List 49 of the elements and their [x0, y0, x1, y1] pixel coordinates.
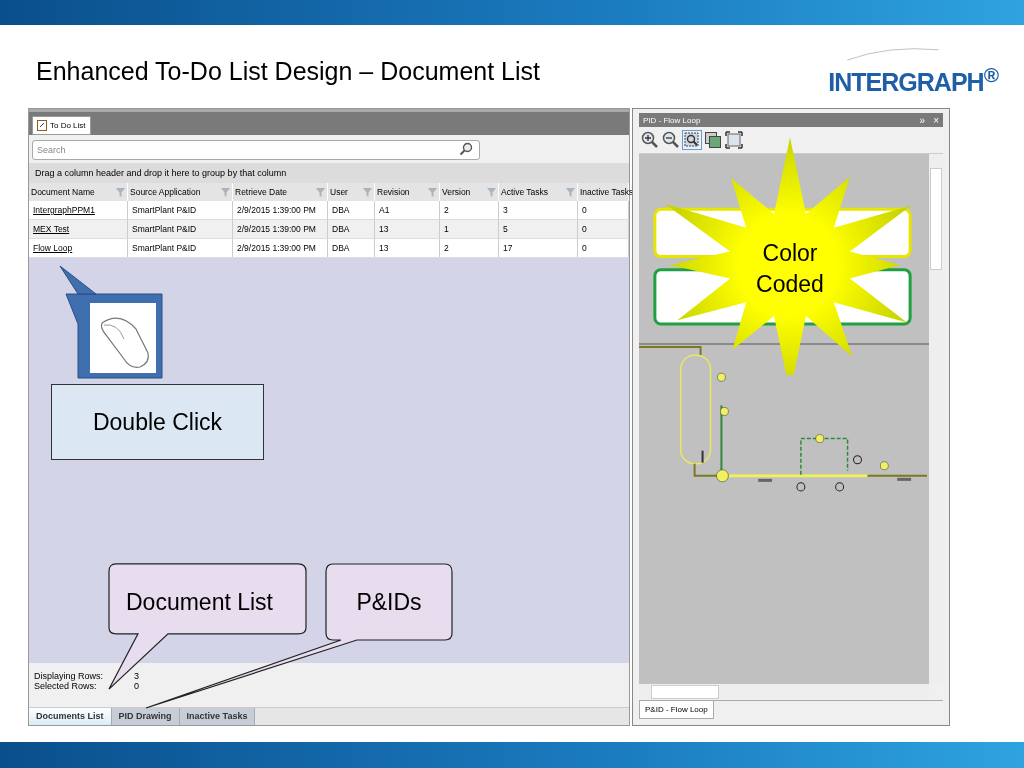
table-cell: 0 — [582, 243, 587, 253]
column-header[interactable]: Revision — [374, 183, 440, 201]
pin-button[interactable]: » — [919, 114, 926, 126]
table-cell: SmartPlant P&ID — [132, 243, 197, 253]
drawing-tab[interactable]: P&ID - Flow Loop — [639, 701, 714, 719]
document-link[interactable]: MEX Test — [33, 224, 70, 234]
table-cell: 13 — [379, 224, 389, 234]
column-header[interactable]: User — [327, 183, 375, 201]
table-cell: 2/9/2015 1:39:00 PM — [237, 205, 316, 215]
table-cell: 0 — [582, 205, 587, 215]
table-cell: SmartPlant P&ID — [132, 224, 197, 234]
table-cell: 17 — [503, 243, 513, 253]
table-cell: 2/9/2015 1:39:00 PM — [237, 224, 316, 234]
table-cell: 0 — [582, 224, 587, 234]
table-cell: SmartPlant P&ID — [132, 205, 197, 215]
table-cell: A1 — [379, 205, 390, 215]
panel-title: PID - Flow Loop — [643, 115, 701, 125]
todo-tab[interactable]: To Do List — [32, 116, 91, 135]
column-header[interactable]: Document Name — [29, 183, 128, 201]
search-field[interactable]: Search — [32, 140, 480, 160]
table-cell: 5 — [503, 224, 508, 234]
status-value: 0 — [134, 681, 139, 691]
table-cell: DBA — [332, 224, 350, 234]
view-tab[interactable]: PID Drawing — [111, 708, 180, 725]
status-label: Displaying Rows: — [34, 671, 105, 681]
table-cell: 2 — [444, 205, 449, 215]
callout-box: Double Click — [51, 384, 264, 460]
column-header[interactable]: Active Tasks — [498, 183, 578, 201]
table-cell: 3 — [503, 205, 508, 215]
group-hint: Drag a column header and drop it here to group by that column — [35, 168, 287, 178]
table-cell: 2 — [444, 243, 449, 253]
table-cell: DBA — [332, 205, 350, 215]
callout-text: Document List — [126, 589, 273, 616]
column-header[interactable]: Version — [439, 183, 499, 201]
callout-text: P&IDs — [355, 589, 423, 616]
callout-text: Color Coded — [755, 239, 825, 299]
status-label: Selected Rows: — [34, 681, 98, 691]
table-cell: 13 — [379, 243, 389, 253]
view-tab[interactable]: Inactive Tasks — [179, 708, 256, 725]
column-header[interactable]: Retrieve Date — [232, 183, 328, 201]
table-cell: 1 — [444, 224, 449, 234]
table-cell: 2/9/2015 1:39:00 PM — [237, 243, 316, 253]
close-button[interactable]: × — [933, 114, 939, 126]
column-header[interactable]: Source Application — [127, 183, 233, 201]
status-value: 3 — [134, 671, 139, 681]
logo: INTERGRAPH$^{®}$ — [828, 62, 998, 97]
table-cell: DBA — [332, 243, 350, 253]
slide-title: Enhanced To-Do List Design – Document List — [36, 57, 540, 86]
view-tab[interactable]: Documents List — [29, 708, 112, 725]
